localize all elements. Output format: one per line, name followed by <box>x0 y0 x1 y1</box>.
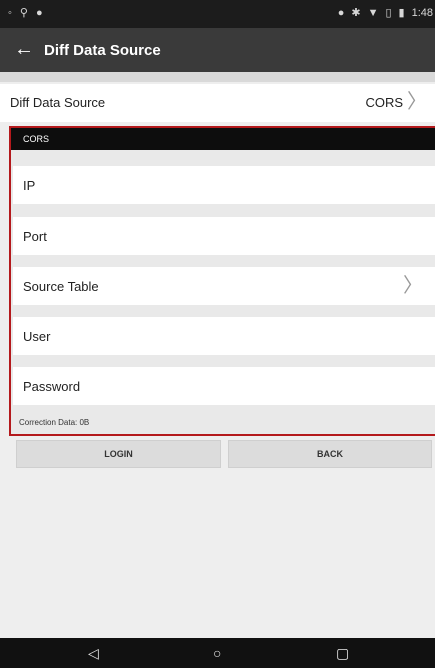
ip-field[interactable]: IP <box>13 166 435 204</box>
battery-icon: ▮ <box>398 7 405 19</box>
home-circle-icon[interactable]: ○ <box>213 645 221 661</box>
back-triangle-icon[interactable]: ◁ <box>88 645 99 661</box>
diff-data-source-value: CORS <box>365 95 403 110</box>
panel-header: CORS <box>11 128 435 150</box>
user-field[interactable]: User <box>13 317 435 355</box>
user-label: User <box>23 329 51 344</box>
diff-data-source-row[interactable]: Diff Data Source CORS 〉 <box>0 84 435 122</box>
status-time: 1:48 <box>411 7 433 19</box>
app-bar: ← Diff Data Source <box>0 28 435 72</box>
bluetooth-icon: ✱ <box>351 7 361 19</box>
no-sim-icon: ▯ <box>385 7 392 19</box>
wifi-icon: ▼ <box>367 7 379 19</box>
recents-square-icon[interactable]: ▢ <box>336 645 349 661</box>
ip-label: IP <box>23 178 36 193</box>
login-button[interactable]: LOGIN <box>16 440 221 468</box>
back-button[interactable]: BACK <box>228 440 432 468</box>
chevron-right-icon: 〉 <box>403 275 423 297</box>
password-label: Password <box>23 379 81 394</box>
source-table-label: Source Table <box>23 279 99 294</box>
correction-data-label: Correction Data: <box>19 418 78 427</box>
status-bar: ◦ ⚲ ● ● ✱ ▼ ▯ ▮ 1:48 <box>0 0 435 28</box>
panel-header-label: CORS <box>23 134 50 144</box>
password-field[interactable]: Password <box>13 367 435 405</box>
correction-data-value: 0B <box>79 418 90 427</box>
page-title: Diff Data Source <box>44 42 161 59</box>
cors-panel: CORS IP Port Source Table 〉 User Passwor… <box>9 126 435 436</box>
divider <box>0 72 435 82</box>
signal-icon: ⚲ <box>19 7 28 19</box>
location-pin-icon: ● <box>35 7 43 19</box>
port-label: Port <box>23 229 47 244</box>
circle-icon: ◦ <box>8 7 12 19</box>
location-pin-icon: ● <box>337 7 345 19</box>
chevron-right-icon: 〉 <box>407 91 427 113</box>
diff-data-source-label: Diff Data Source <box>10 95 106 110</box>
correction-data: Correction Data: 0B <box>19 418 89 427</box>
port-field[interactable]: Port <box>13 217 435 255</box>
nav-bar: ◁ ○ ▢ <box>0 638 435 668</box>
source-table-field[interactable]: Source Table 〉 <box>13 267 435 305</box>
arrow-left-icon[interactable]: ← <box>14 37 34 61</box>
